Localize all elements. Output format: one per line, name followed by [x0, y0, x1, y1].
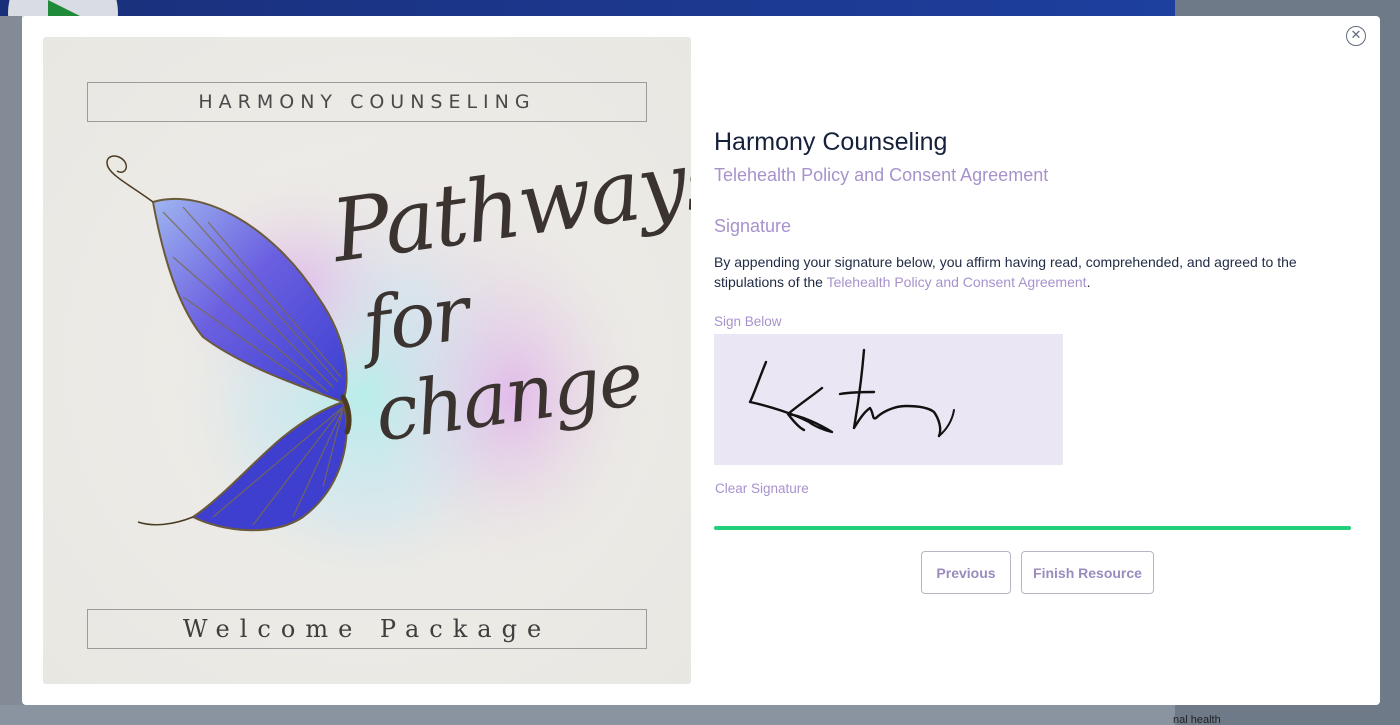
page-title: Harmony Counseling — [714, 128, 948, 156]
signature-pad[interactable] — [714, 334, 1063, 465]
affirmation-text: By appending your signature below, you a… — [714, 252, 1360, 292]
previous-button[interactable]: Previous — [921, 551, 1011, 594]
cover-bottom-title: Welcome Package — [182, 615, 552, 643]
finish-resource-button[interactable]: Finish Resource — [1021, 551, 1154, 594]
cover-bottom-frame: Welcome Package — [87, 609, 647, 649]
progress-bar — [714, 526, 1351, 530]
document-subtitle: Telehealth Policy and Consent Agreement — [714, 165, 1049, 185]
progress-bar-fill — [714, 526, 1351, 530]
cover-image: HARMONY COUNSELING Pathways for change W… — [43, 37, 691, 684]
background-bottom-edge — [0, 705, 1175, 725]
signature-heading: Signature — [714, 216, 792, 236]
signature-stroke — [748, 348, 955, 438]
background-header — [0, 0, 1175, 16]
agreement-link[interactable]: Telehealth Policy and Consent Agreement — [827, 274, 1087, 290]
cover-title: HARMONY COUNSELING — [198, 91, 536, 113]
close-icon[interactable]: ✕ — [1346, 26, 1366, 46]
affirmation-suffix: . — [1086, 274, 1091, 290]
background-footer-text: nal health — [1173, 714, 1221, 725]
clear-signature-link[interactable]: Clear Signature — [715, 481, 809, 496]
background-left-edge — [0, 16, 22, 725]
sign-below-label: Sign Below — [714, 314, 782, 329]
resource-modal: ✕ HARMONY COUNSELING Pathways for change… — [22, 16, 1380, 705]
cover-title-frame: HARMONY COUNSELING — [87, 82, 647, 122]
